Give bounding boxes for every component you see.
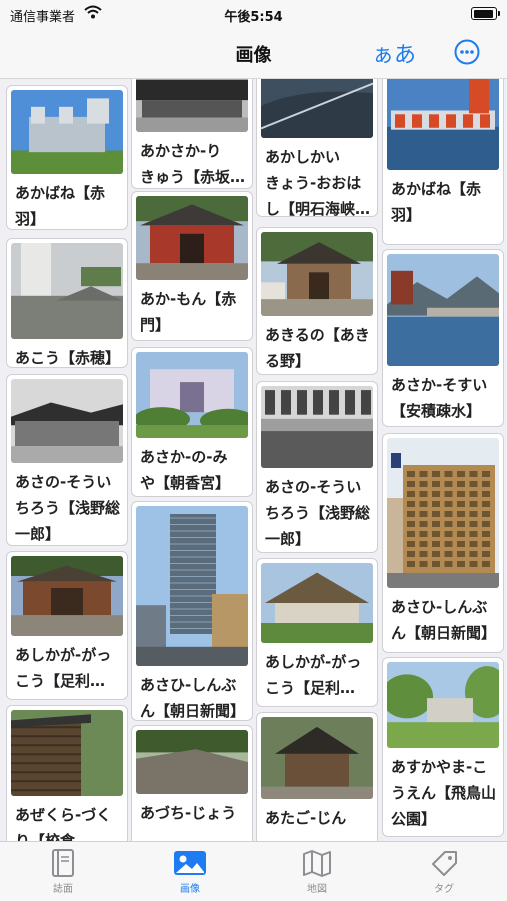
image-caption: あかさか-り きゅう【赤坂… [140,142,246,186]
tab-bar: 誌面 画像 地図 タグ [0,841,507,901]
thumbnail-image [387,79,499,170]
thumbnail-image [261,563,373,643]
image-caption: あしかが-がっ こう【足利… [265,653,362,697]
image-caption: あさひ-しんぶ ん【朝日新聞】 [391,598,497,642]
image-caption: あさか-そすい 【安積疎水】 [391,376,488,420]
thumbnail-image [261,79,373,138]
image-caption: あさひ-しんぶ ん【朝日新聞】 [140,676,246,720]
image-card[interactable]: あすかやま-こ うえん【飛鳥山 公園】 [382,657,504,837]
thumbnail-image [11,556,123,636]
image-card[interactable]: あさか-の-み や【朝香宮】 [131,347,253,497]
image-card[interactable]: あこう【赤穂】 [6,238,128,368]
tag-icon [432,851,457,876]
thumbnail-image [387,662,499,748]
image-caption: あぜくら-づく り【校倉… [15,806,112,841]
image-card[interactable]: あさの-そうい ちろう【浅野総 一郎】 [256,381,378,553]
image-card[interactable]: あさひ-しんぶ ん【朝日新聞】 [131,501,253,721]
thumbnail-image [136,196,248,280]
tab-tags[interactable]: タグ [381,848,507,898]
image-caption: あさの-そうい ちろう【浅野総 一郎】 [15,473,121,543]
image-card[interactable]: あさひ-しんぶ ん【朝日新聞】 [382,433,504,653]
image-caption: あさか-の-み や【朝香宮】 [140,448,231,492]
image-card[interactable]: あかさか-り きゅう【赤坂… [131,79,253,189]
tab-label: 誌面 [53,884,73,895]
page-title: 画像 [235,45,272,66]
image-card[interactable]: あさか-そすい 【安積疎水】 [382,249,504,427]
image-caption: あかしかい きょう-おおは し【明石海峡… [265,148,371,217]
status-bar: 通信事業者 午後5:54 [0,0,507,28]
image-card[interactable]: あかしかい きょう-おおは し【明石海峡… [256,79,378,217]
photo-icon [174,851,206,875]
image-card[interactable]: あしかが-がっ こう【足利… [6,551,128,700]
image-card[interactable]: あかばね【赤 羽】 [382,79,504,245]
image-caption: あきるの【あき る野】 [265,326,370,370]
thumbnail-image [261,232,373,316]
image-card[interactable]: あづち-じょう [131,725,253,841]
tab-label: 地図 [307,884,327,895]
image-card[interactable]: あか-もん【赤 門】 [131,191,253,341]
image-card[interactable]: あしかが-がっ こう【足利… [256,558,378,707]
image-caption: あか-もん【赤 門】 [140,290,237,334]
tab-images[interactable]: 画像 [127,848,253,898]
more-options-icon[interactable] [454,39,480,65]
thumbnail-image [11,90,123,174]
thumbnail-image [261,717,373,799]
thumbnail-image [11,243,123,339]
image-card[interactable]: あさの-そうい ちろう【浅野総 一郎】 [6,374,128,546]
map-icon [303,850,331,877]
thumbnail-image [261,386,373,468]
tab-label: タグ [434,884,454,895]
clock: 午後5:54 [224,10,283,25]
image-caption: あかばね【赤 羽】 [15,184,106,228]
image-caption: あすかやま-こ うえん【飛鳥山 公園】 [391,758,497,828]
thumbnail-image [387,438,499,588]
navigation-bar: 画像 ぁあ [0,28,507,79]
font-size-button[interactable]: ぁあ [372,37,416,69]
battery-icon [471,7,500,20]
thumbnail-image [136,506,248,666]
tab-label: 画像 [180,884,200,895]
image-caption: あたご-じん [265,809,347,827]
image-caption: あさの-そうい ちろう【浅野総 一郎】 [265,478,371,548]
thumbnail-image [387,254,499,366]
image-card[interactable]: あかばね【赤 羽】 [6,85,128,230]
image-card[interactable]: あたご-じん [256,712,378,841]
book-icon [52,849,74,877]
image-caption: あこう【赤穂】 [15,349,121,367]
image-caption: あづち-じょう [140,804,237,822]
thumbnail-image [136,730,248,794]
image-card[interactable]: あきるの【あき る野】 [256,227,378,375]
thumbnail-image [11,710,123,796]
thumbnail-image [11,379,123,463]
image-caption: あしかが-がっ こう【足利… [15,646,112,690]
tab-map[interactable]: 地図 [254,848,380,898]
image-caption: あかばね【赤 羽】 [391,180,482,224]
image-card[interactable]: あぜくら-づく り【校倉… [6,705,128,841]
tab-magazine[interactable]: 誌面 [0,848,126,898]
image-grid[interactable]: あかばね【赤 羽】あこう【赤穂】あさの-そうい ちろう【浅野総 一郎】あしかが-… [0,79,507,841]
thumbnail-image [136,352,248,438]
thumbnail-image [136,79,248,132]
